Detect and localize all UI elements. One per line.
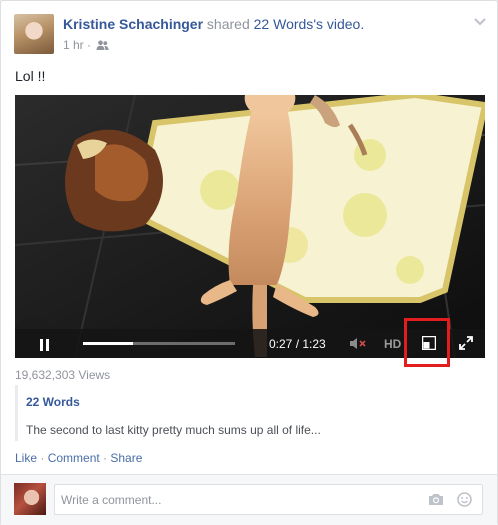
shared-attachment[interactable]: 22 Words The second to last kitty pretty…	[15, 385, 488, 441]
video-view-count: 19,632,303 Views	[15, 368, 111, 382]
shared-attachment-description: The second to last kitty pretty much sum…	[26, 423, 321, 437]
comment-box[interactable]	[54, 484, 483, 515]
popout-highlight-box	[404, 318, 450, 367]
chevron-down-icon[interactable]	[473, 15, 487, 27]
comment-link[interactable]: Comment	[48, 451, 100, 465]
post-actions: Like · Comment · Share	[15, 451, 142, 465]
action-separator: ·	[37, 451, 48, 465]
smiley-icon[interactable]	[457, 492, 472, 512]
like-link[interactable]: Like	[15, 451, 37, 465]
post-header: Kristine Schachinger shared 22 Words's v…	[14, 14, 484, 54]
post-headline: Kristine Schachinger shared 22 Words's v…	[63, 16, 364, 32]
video-time: 0:27 / 1:23	[269, 337, 326, 351]
action-separator: ·	[99, 451, 111, 465]
comment-composer	[1, 474, 497, 525]
shared-verb: shared	[203, 16, 254, 32]
mute-icon[interactable]	[349, 337, 367, 350]
video-progress-track[interactable]	[83, 342, 235, 345]
meta-separator: ·	[83, 38, 95, 52]
camera-icon[interactable]	[428, 493, 444, 511]
post-timestamp[interactable]: 1 hr	[63, 38, 84, 52]
author-avatar[interactable]	[14, 14, 54, 54]
share-link[interactable]: Share	[110, 451, 142, 465]
post-message: Lol !!	[15, 68, 46, 84]
video-progress-fill	[83, 342, 134, 345]
commenter-avatar	[14, 483, 46, 515]
pause-icon[interactable]	[39, 338, 51, 351]
comment-input[interactable]	[61, 490, 411, 510]
shared-attachment-title[interactable]: 22 Words	[26, 395, 80, 409]
author-name[interactable]: Kristine Schachinger	[63, 16, 203, 32]
hd-toggle[interactable]: HD	[384, 337, 401, 351]
shared-page-link[interactable]: 22 Words	[254, 16, 314, 32]
friends-icon[interactable]	[96, 39, 109, 53]
shared-object-suffix[interactable]: 's video.	[313, 16, 364, 32]
post-meta: 1 hr ·	[63, 38, 109, 53]
post-card: Kristine Schachinger shared 22 Words's v…	[0, 0, 498, 525]
fullscreen-icon[interactable]	[459, 336, 473, 350]
